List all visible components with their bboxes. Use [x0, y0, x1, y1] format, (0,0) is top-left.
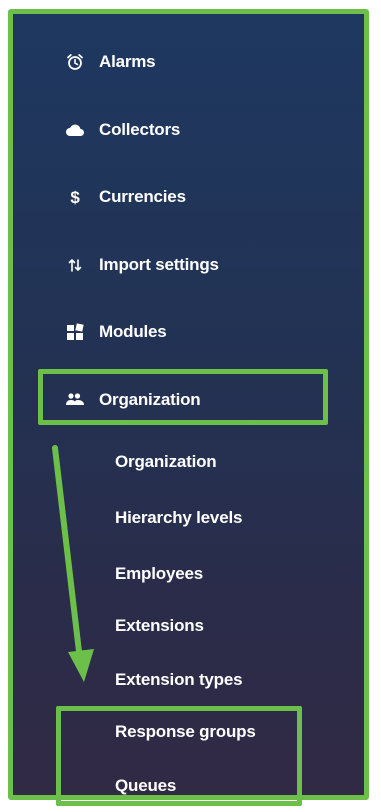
annotation-arrow — [52, 445, 94, 682]
